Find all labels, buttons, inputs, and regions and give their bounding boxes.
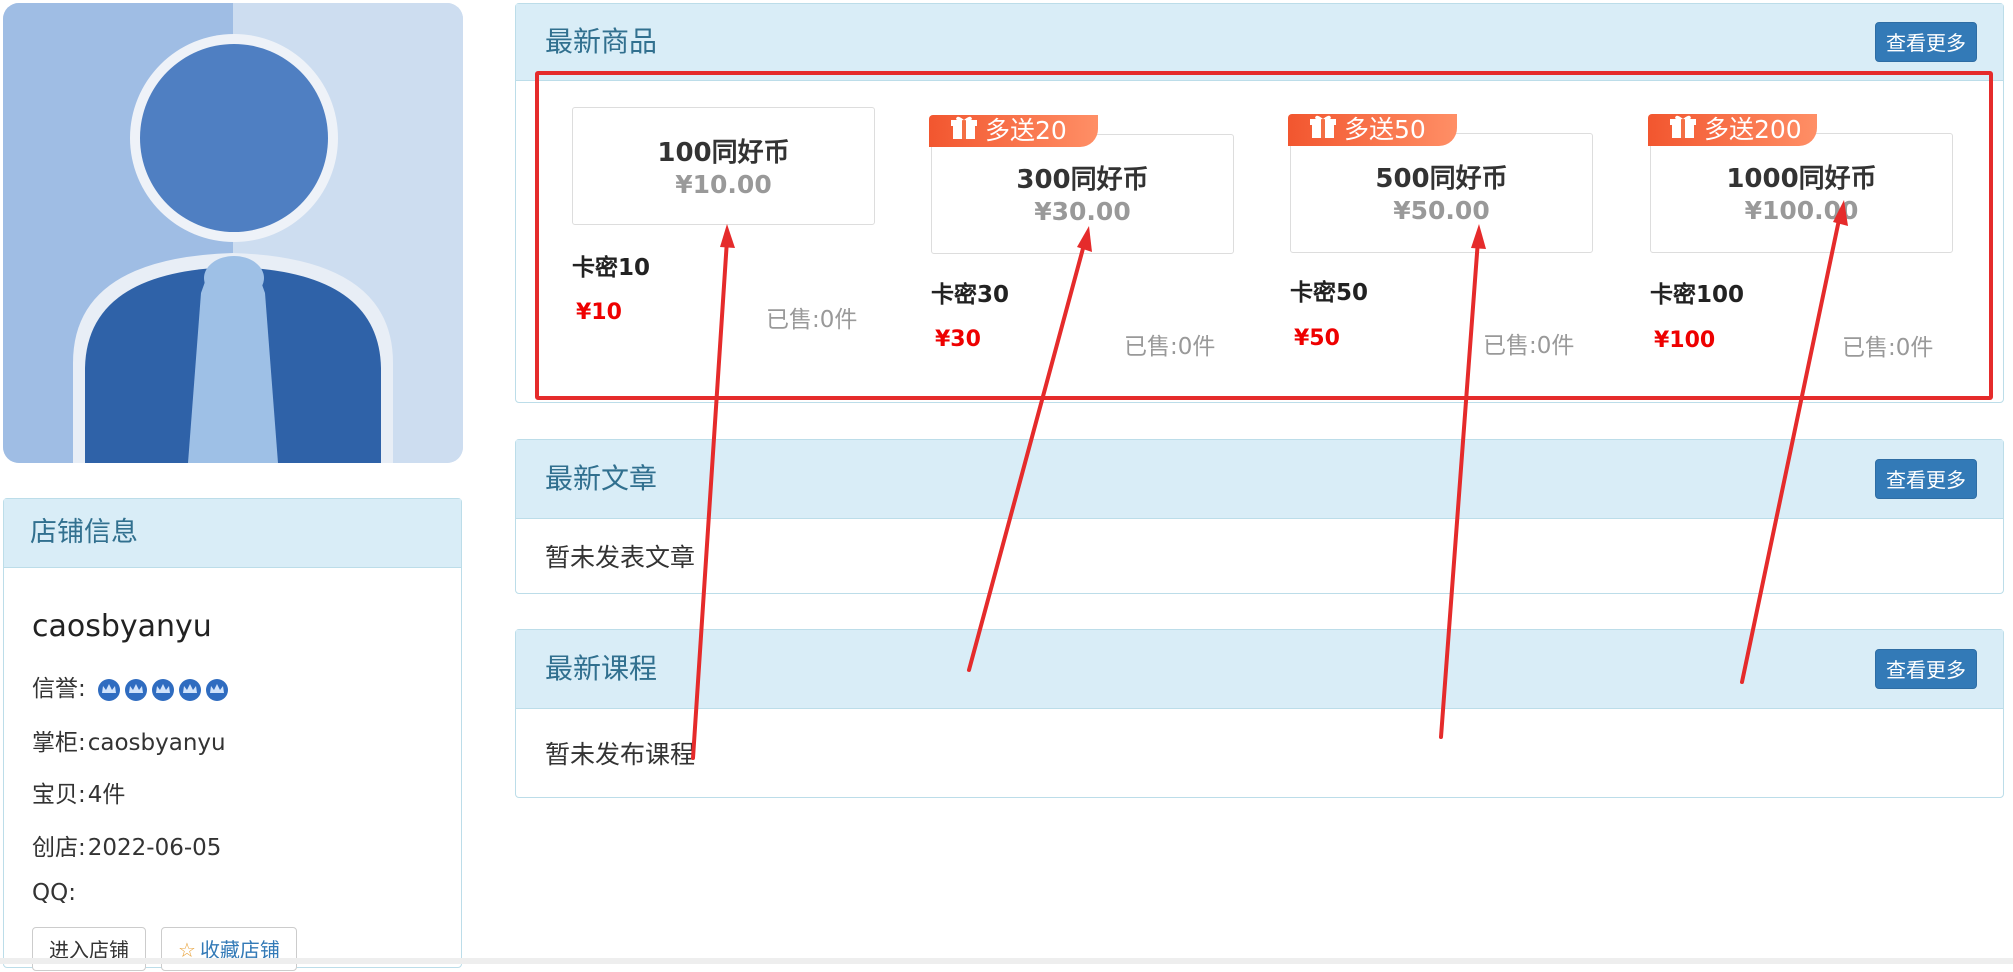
goods-box[interactable]: 300同好币 ¥30.00 <box>931 134 1234 254</box>
created-row: 创店:2022-06-05 <box>32 828 221 862</box>
goods-sale-price: ¥10 <box>576 300 622 325</box>
latest-courses-heading: 最新课程 查看更多 <box>516 630 2003 709</box>
latest-articles-title: 最新文章 <box>545 462 658 495</box>
gift-text: 多送200 <box>1704 115 1802 144</box>
goods-name: 500同好币 <box>1375 164 1508 194</box>
qq-row: QQ: <box>32 880 78 906</box>
crown-icon <box>179 679 202 701</box>
goods-name: 100同好币 <box>657 138 790 168</box>
created-value: 2022-06-05 <box>87 835 222 861</box>
items-value: 4件 <box>87 782 126 808</box>
goods-box[interactable]: 1000同好币 ¥100.00 <box>1650 133 1953 253</box>
crown-icon <box>152 679 175 701</box>
goods-sale-price: ¥100 <box>1654 328 1716 353</box>
goods-name: 1000同好币 <box>1726 164 1877 194</box>
latest-articles-panel: 最新文章 查看更多 暂未发表文章 <box>515 439 2004 594</box>
gift-text: 多送50 <box>1344 115 1426 144</box>
shop-info-heading: 店铺信息 <box>4 499 461 568</box>
crown-icon <box>206 679 229 701</box>
owner-value: caosbyanyu <box>87 730 226 756</box>
goods-price: ¥30.00 <box>1034 197 1131 226</box>
goods-sale-price: ¥50 <box>1294 326 1340 351</box>
created-label: 创店: <box>32 835 86 861</box>
goods-price: ¥50.00 <box>1393 196 1490 225</box>
latest-courses-title: 最新课程 <box>545 652 658 685</box>
reputation-label: 信誉: <box>32 676 86 702</box>
goods-more-button[interactable]: 查看更多 <box>1875 22 1977 62</box>
gift-tag: 多送50 <box>1288 114 1457 146</box>
goods-name: 300同好币 <box>1016 165 1149 195</box>
owner-label: 掌柜: <box>32 730 86 756</box>
latest-goods-title: 最新商品 <box>545 25 658 58</box>
goods-price: ¥100.00 <box>1744 196 1859 225</box>
goods-sold: 已售:0件 <box>1483 333 1575 359</box>
items-label: 宝贝: <box>32 782 86 808</box>
goods-sold: 已售:0件 <box>766 307 858 333</box>
latest-goods-heading: 最新商品 查看更多 <box>516 4 2003 81</box>
goods-sold: 已售:0件 <box>1124 334 1216 360</box>
person-avatar-icon <box>3 3 463 463</box>
crown-icon <box>125 679 148 701</box>
gift-icon <box>1670 115 1696 147</box>
items-row: 宝贝:4件 <box>32 775 125 809</box>
goods-title[interactable]: 卡密100 <box>1650 275 1744 309</box>
page-bottom-edge <box>0 958 2013 964</box>
articles-more-button[interactable]: 查看更多 <box>1875 459 1977 499</box>
goods-price: ¥10.00 <box>675 170 772 199</box>
shop-avatar <box>3 3 463 463</box>
gift-tag: 多送200 <box>1648 114 1817 146</box>
shop-name: caosbyanyu <box>32 609 212 644</box>
reputation-row: 信誉: <box>32 669 232 703</box>
favorite-shop-button[interactable]: ☆ 收藏店铺 <box>161 927 297 971</box>
latest-courses-panel: 最新课程 查看更多 暂未发布课程 <box>515 629 2004 798</box>
courses-empty-text: 暂未发布课程 <box>545 740 696 769</box>
gift-icon <box>1310 115 1336 147</box>
latest-articles-heading: 最新文章 查看更多 <box>516 440 2003 519</box>
goods-sold: 已售:0件 <box>1842 335 1934 361</box>
goods-sale-price: ¥30 <box>935 327 981 352</box>
goods-title[interactable]: 卡密30 <box>931 275 1009 309</box>
goods-box[interactable]: 100同好币 ¥10.00 <box>572 107 875 225</box>
goods-title[interactable]: 卡密50 <box>1290 273 1368 307</box>
articles-empty-text: 暂未发表文章 <box>545 543 696 572</box>
crown-icon <box>98 679 121 701</box>
gift-tag: 多送20 <box>929 115 1098 147</box>
courses-more-button[interactable]: 查看更多 <box>1875 649 1977 689</box>
qq-label: QQ: <box>32 880 76 906</box>
goods-title[interactable]: 卡密10 <box>572 248 650 282</box>
enter-shop-button[interactable]: 进入店铺 <box>32 927 146 971</box>
gift-text: 多送20 <box>985 116 1067 145</box>
owner-row: 掌柜:caosbyanyu <box>32 723 226 757</box>
reputation-crowns <box>97 677 232 703</box>
goods-box[interactable]: 500同好币 ¥50.00 <box>1290 133 1593 253</box>
shop-info-panel: 店铺信息 caosbyanyu 信誉: 掌柜:caosbyanyu 宝贝:4件 … <box>3 498 462 971</box>
gift-icon <box>951 116 977 148</box>
